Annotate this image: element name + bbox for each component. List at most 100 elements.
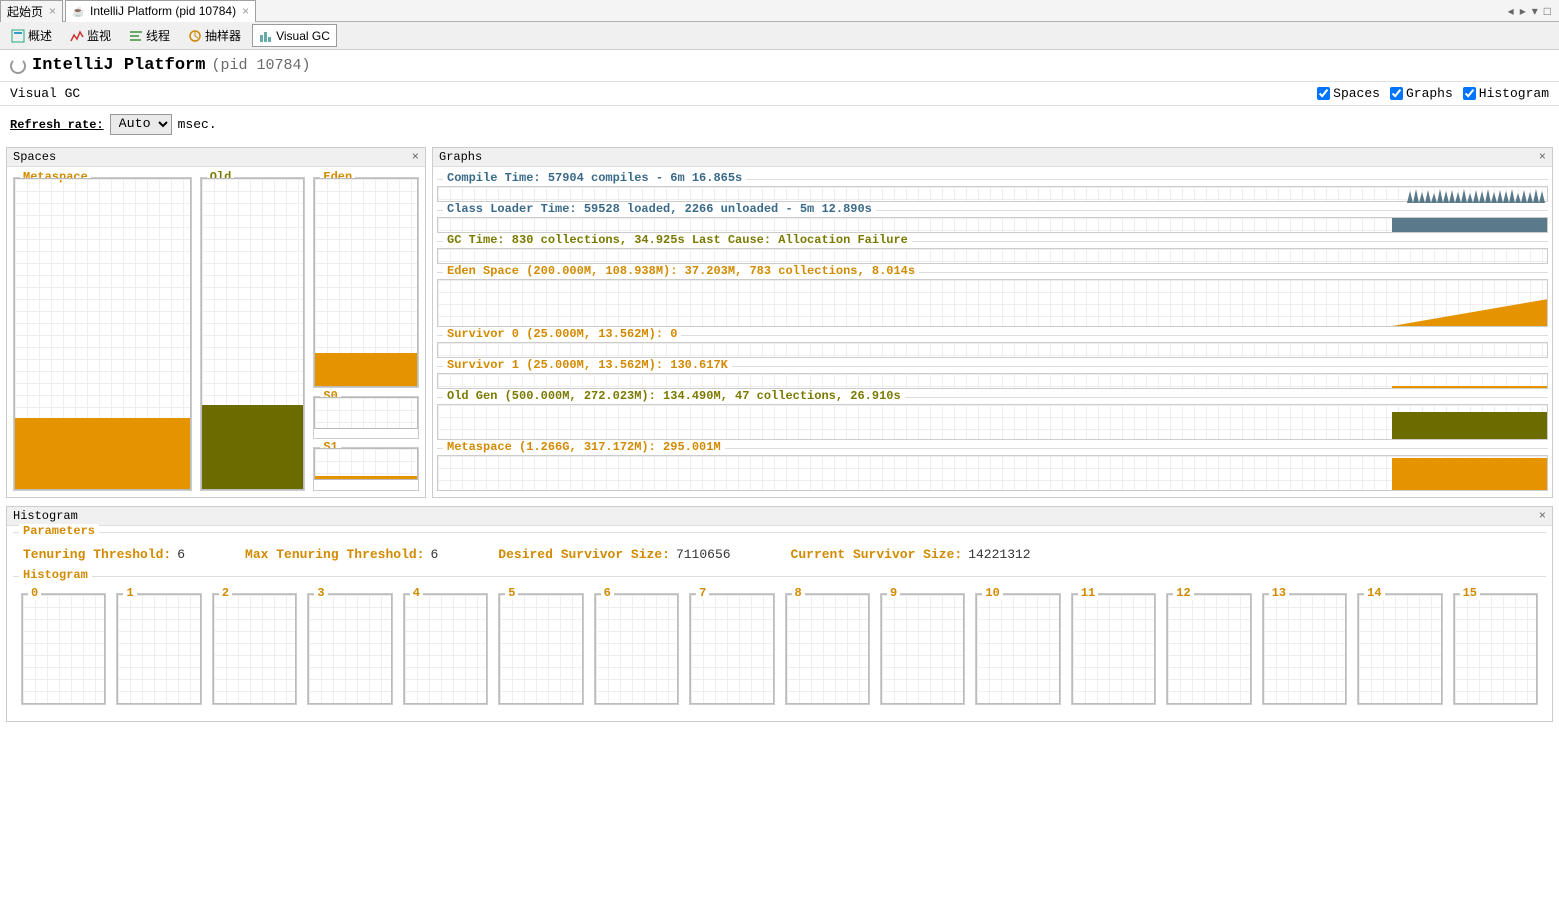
tab-start-page[interactable]: 起始页 × xyxy=(0,0,63,22)
tab-list-icon[interactable]: ▾ xyxy=(1532,4,1538,18)
tab-maximize-icon[interactable]: □ xyxy=(1544,4,1551,18)
histogram-bucket: 9 xyxy=(880,593,965,705)
histogram-bucket: 6 xyxy=(594,593,679,705)
refresh-label: Refresh rate: xyxy=(10,118,104,132)
histogram-bucket: 15 xyxy=(1453,593,1538,705)
bucket-label: 8 xyxy=(792,586,805,600)
bucket-label: 7 xyxy=(696,586,709,600)
histogram-bucket: 10 xyxy=(975,593,1060,705)
button-label: 监视 xyxy=(87,27,111,44)
bucket-box xyxy=(213,594,296,704)
sampler-button[interactable]: 抽样器 xyxy=(181,24,248,47)
close-icon[interactable]: × xyxy=(1539,150,1546,164)
overview-icon xyxy=(11,29,25,43)
histogram-bucket: 5 xyxy=(498,593,583,705)
eden-s-column: Eden S0 S1 xyxy=(311,175,421,493)
panel-title: Graphs xyxy=(439,150,482,164)
visual-gc-button[interactable]: Visual GC xyxy=(252,24,337,47)
bucket-box xyxy=(117,594,200,704)
histogram-panel: Histogram × Parameters Tenuring Threshol… xyxy=(6,506,1553,722)
threads-button[interactable]: 线程 xyxy=(122,24,177,47)
visual-gc-icon xyxy=(259,29,273,43)
parameters-legend: Parameters xyxy=(19,524,99,538)
sampler-icon xyxy=(188,29,202,43)
eden-ramp-icon xyxy=(1392,280,1547,326)
tab-prev-icon[interactable]: ◂ xyxy=(1508,4,1514,18)
button-label: 线程 xyxy=(146,27,170,44)
oldgen-title: Old Gen (500.000M, 272.023M): 134.490M, … xyxy=(443,389,905,403)
max-tenuring-threshold: Max Tenuring Threshold:6 xyxy=(245,547,438,562)
bucket-label: 11 xyxy=(1078,586,1098,600)
histogram-bucket: 11 xyxy=(1071,593,1156,705)
refresh-row: Refresh rate: Auto msec. xyxy=(0,106,1559,143)
bucket-box xyxy=(1263,594,1346,704)
overview-button[interactable]: 概述 xyxy=(4,24,59,47)
metaspace-title: Metaspace (1.266G, 317.172M): 295.001M xyxy=(443,440,725,454)
bucket-box xyxy=(308,594,391,704)
panel-title: Histogram xyxy=(13,509,78,523)
s0-box xyxy=(314,397,418,429)
button-label: 抽样器 xyxy=(205,27,241,44)
metaspace-strip xyxy=(437,455,1548,491)
bucket-label: 5 xyxy=(505,586,518,600)
close-icon[interactable]: × xyxy=(412,150,419,164)
panel-title: Spaces xyxy=(13,150,56,164)
spaces-checkbox[interactable]: Spaces xyxy=(1317,86,1380,101)
oldgen-strip xyxy=(437,404,1548,440)
close-icon[interactable]: × xyxy=(1539,509,1546,523)
bucket-label: 15 xyxy=(1460,586,1480,600)
checkbox-input[interactable] xyxy=(1390,87,1403,100)
bucket-box xyxy=(881,594,964,704)
bucket-label: 6 xyxy=(601,586,614,600)
editor-tabs: 起始页 × ☕ IntelliJ Platform (pid 10784) × … xyxy=(0,0,1559,22)
histogram-bucket: 7 xyxy=(689,593,774,705)
histogram-bucket: 12 xyxy=(1166,593,1251,705)
tab-intellij-platform[interactable]: ☕ IntelliJ Platform (pid 10784) × xyxy=(65,0,256,22)
checkbox-input[interactable] xyxy=(1317,87,1330,100)
compile-strip xyxy=(437,186,1548,202)
eden-title: Eden Space (200.000M, 108.938M): 37.203M… xyxy=(443,264,919,278)
bucket-box xyxy=(1454,594,1537,704)
profiler-toolbar: 概述 监视 线程 抽样器 Visual GC xyxy=(0,22,1559,50)
refresh-rate-select[interactable]: Auto xyxy=(110,114,172,135)
current-survivor-size: Current Survivor Size:14221312 xyxy=(791,547,1031,562)
close-icon[interactable]: × xyxy=(242,4,249,18)
s1-box xyxy=(314,448,418,480)
histogram-bucket: 1 xyxy=(116,593,201,705)
spaces-panel: Spaces × Metaspace Old xyxy=(6,147,426,498)
gc-title: GC Time: 830 collections, 34.925s Last C… xyxy=(443,233,912,247)
tab-label: 起始页 xyxy=(7,3,43,20)
bucket-box xyxy=(976,594,1059,704)
histogram-bucket: 0 xyxy=(21,593,106,705)
tab-label: IntelliJ Platform (pid 10784) xyxy=(90,4,236,18)
old-fill xyxy=(202,405,304,489)
gc-strip xyxy=(437,248,1548,264)
histogram-legend: Histogram xyxy=(19,568,92,582)
tab-nav-controls: ◂ ▸ ▾ □ xyxy=(1508,4,1559,18)
old-column: Old xyxy=(198,175,308,493)
bucket-label: 2 xyxy=(219,586,232,600)
eden-strip xyxy=(437,279,1548,327)
bucket-label: 10 xyxy=(982,586,1002,600)
bucket-label: 14 xyxy=(1364,586,1384,600)
tab-next-icon[interactable]: ▸ xyxy=(1520,4,1526,18)
bucket-box xyxy=(499,594,582,704)
s0-strip xyxy=(437,342,1548,358)
checkbox-input[interactable] xyxy=(1463,87,1476,100)
monitor-button[interactable]: 监视 xyxy=(63,24,118,47)
histogram-bucket: 13 xyxy=(1262,593,1347,705)
graphs-panel: Graphs × Compile Time: 57904 compiles - … xyxy=(432,147,1553,498)
bucket-box xyxy=(404,594,487,704)
s0-title: Survivor 0 (25.000M, 13.562M): 0 xyxy=(443,327,681,341)
refresh-unit: msec. xyxy=(178,117,217,132)
metaspace-column: Metaspace xyxy=(11,175,194,493)
bucket-label: 9 xyxy=(887,586,900,600)
metaspace-fill xyxy=(15,418,190,489)
graphs-checkbox[interactable]: Graphs xyxy=(1390,86,1453,101)
histogram-bucket: 14 xyxy=(1357,593,1442,705)
bucket-box xyxy=(1072,594,1155,704)
classloader-title: Class Loader Time: 59528 loaded, 2266 un… xyxy=(443,202,876,216)
histogram-checkbox[interactable]: Histogram xyxy=(1463,86,1549,101)
bucket-box xyxy=(595,594,678,704)
close-icon[interactable]: × xyxy=(49,4,56,18)
